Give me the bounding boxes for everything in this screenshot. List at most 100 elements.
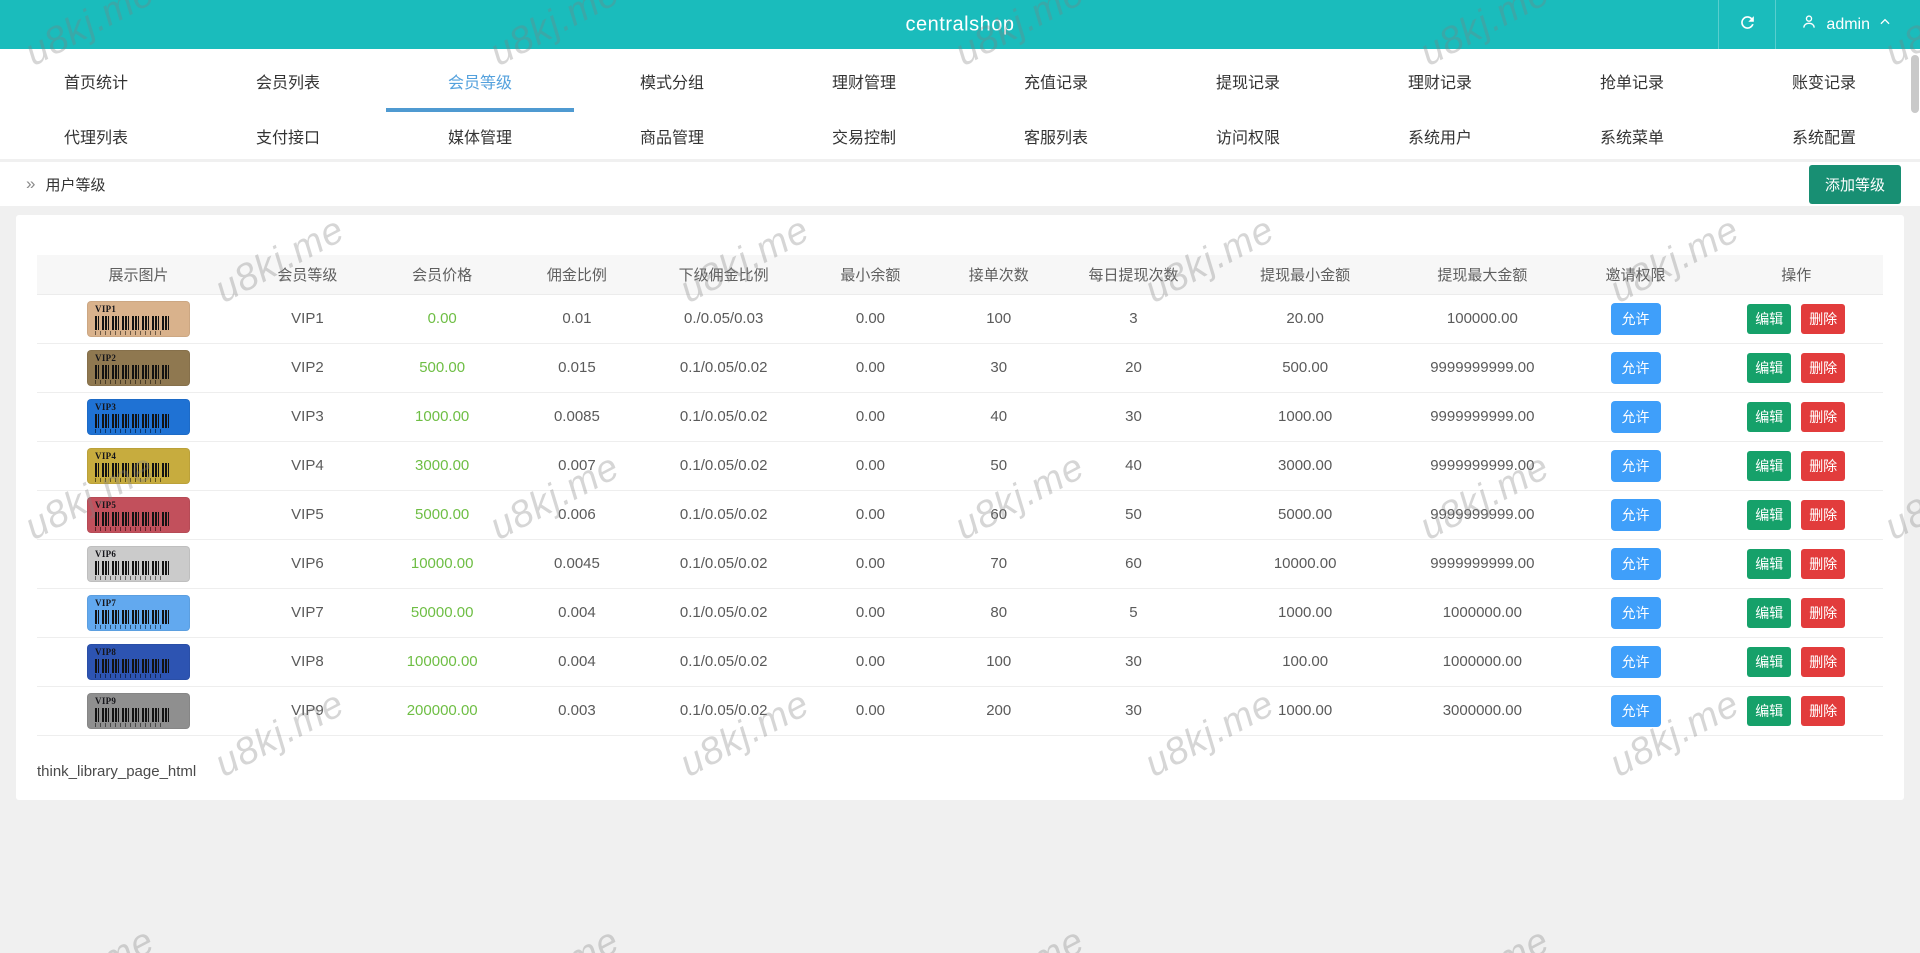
delete-button[interactable]: 删除 [1801, 451, 1845, 481]
tab-trade-control[interactable]: 交易控制 [768, 112, 960, 159]
vip-card-image: VIP9 [87, 693, 190, 729]
allow-button[interactable]: 允许 [1611, 597, 1661, 629]
delete-button[interactable]: 删除 [1801, 304, 1845, 334]
cell-min-balance: 0.00 [803, 588, 938, 637]
refresh-button[interactable] [1718, 0, 1776, 49]
action-buttons: 编辑删除 [1709, 500, 1883, 530]
cell-withdraw-min: 10000.00 [1207, 539, 1403, 588]
edit-button[interactable]: 编辑 [1747, 304, 1791, 334]
edit-button[interactable]: 编辑 [1747, 647, 1791, 677]
vip-card-label: VIP2 [95, 353, 190, 363]
levels-table: 展示图片会员等级会员价格佣金比例下级佣金比例最小余额接单次数每日提现次数提现最小… [37, 255, 1883, 736]
action-buttons: 编辑删除 [1709, 647, 1883, 677]
barcode-digits [95, 674, 165, 678]
tab-system-menu[interactable]: 系统菜单 [1536, 112, 1728, 159]
tab-system-users[interactable]: 系统用户 [1344, 112, 1536, 159]
barcode-digits [95, 576, 165, 580]
tab-goods-manage[interactable]: 商品管理 [576, 112, 768, 159]
cell-invite-permission: 允许 [1562, 637, 1710, 686]
allow-button[interactable]: 允许 [1611, 303, 1661, 335]
content-area: 展示图片会员等级会员价格佣金比例下级佣金比例最小余额接单次数每日提现次数提现最小… [0, 206, 1920, 809]
cell-sub-commission: 0.1/0.05/0.02 [644, 686, 803, 735]
allow-button[interactable]: 允许 [1611, 450, 1661, 482]
edit-button[interactable]: 编辑 [1747, 402, 1791, 432]
tab-finance-manage[interactable]: 理财管理 [768, 49, 960, 112]
cell-min-balance: 0.00 [803, 392, 938, 441]
tab-withdraw-records[interactable]: 提现记录 [1152, 49, 1344, 112]
cell-level: VIP3 [240, 392, 375, 441]
cell-daily-withdraw-count: 30 [1060, 637, 1208, 686]
cell-level: VIP6 [240, 539, 375, 588]
cell-withdraw-min: 20.00 [1207, 294, 1403, 343]
tab-recharge-records[interactable]: 充值记录 [960, 49, 1152, 112]
tab-grab-order-records[interactable]: 抢单记录 [1536, 49, 1728, 112]
delete-button[interactable]: 删除 [1801, 647, 1845, 677]
cell-sub-commission: 0.1/0.05/0.02 [644, 343, 803, 392]
barcode-image [95, 610, 171, 624]
allow-button[interactable]: 允许 [1611, 401, 1661, 433]
allow-button[interactable]: 允许 [1611, 499, 1661, 531]
vip-card-label: VIP7 [95, 598, 190, 608]
tab-finance-records[interactable]: 理财记录 [1344, 49, 1536, 112]
nav-row-2: 代理列表支付接口媒体管理商品管理交易控制客服列表访问权限系统用户系统菜单系统配置 [0, 112, 1920, 159]
barcode-image [95, 463, 171, 477]
cell-display-image: VIP1 [37, 294, 240, 343]
vip-card-image: VIP4 [87, 448, 190, 484]
allow-button[interactable]: 允许 [1611, 548, 1661, 580]
cell-display-image: VIP9 [37, 686, 240, 735]
tab-media-manage[interactable]: 媒体管理 [384, 112, 576, 159]
delete-button[interactable]: 删除 [1801, 696, 1845, 726]
cell-actions: 编辑删除 [1709, 392, 1883, 441]
cell-withdraw-max: 9999999999.00 [1403, 490, 1562, 539]
cell-level: VIP8 [240, 637, 375, 686]
allow-button[interactable]: 允许 [1611, 695, 1661, 727]
user-menu[interactable]: admin [1776, 0, 1920, 49]
tab-payment-api[interactable]: 支付接口 [192, 112, 384, 159]
delete-button[interactable]: 删除 [1801, 500, 1845, 530]
tab-account-change-records[interactable]: 账变记录 [1728, 49, 1920, 112]
tab-access-permission[interactable]: 访问权限 [1152, 112, 1344, 159]
watermark-text: u8kj.me [1413, 920, 1557, 953]
delete-button[interactable]: 删除 [1801, 402, 1845, 432]
allow-button[interactable]: 允许 [1611, 646, 1661, 678]
add-level-button[interactable]: 添加等级 [1809, 165, 1901, 204]
table-row: VIP2VIP2500.000.0150.1/0.05/0.020.003020… [37, 343, 1883, 392]
allow-button[interactable]: 允许 [1611, 352, 1661, 384]
delete-button[interactable]: 删除 [1801, 353, 1845, 383]
cell-min-balance: 0.00 [803, 294, 938, 343]
cell-price: 1000.00 [375, 392, 510, 441]
cell-order-count: 100 [938, 294, 1060, 343]
cell-invite-permission: 允许 [1562, 392, 1710, 441]
tab-mode-group[interactable]: 模式分组 [576, 49, 768, 112]
tab-member-list[interactable]: 会员列表 [192, 49, 384, 112]
tab-agent-list[interactable]: 代理列表 [0, 112, 192, 159]
scrollbar-thumb[interactable] [1911, 55, 1919, 113]
cell-sub-commission: 0.1/0.05/0.02 [644, 392, 803, 441]
cell-display-image: VIP2 [37, 343, 240, 392]
cell-order-count: 60 [938, 490, 1060, 539]
column-header: 操作 [1709, 255, 1883, 294]
edit-button[interactable]: 编辑 [1747, 696, 1791, 726]
tab-system-config[interactable]: 系统配置 [1728, 112, 1920, 159]
tab-home-stats[interactable]: 首页统计 [0, 49, 192, 112]
vip-card-label: VIP8 [95, 647, 190, 657]
edit-button[interactable]: 编辑 [1747, 451, 1791, 481]
delete-button[interactable]: 删除 [1801, 598, 1845, 628]
edit-button[interactable]: 编辑 [1747, 598, 1791, 628]
tab-service-list[interactable]: 客服列表 [960, 112, 1152, 159]
barcode-image [95, 659, 171, 673]
watermark-text: u8kj.me [483, 920, 627, 953]
column-header: 提现最大金额 [1403, 255, 1562, 294]
action-buttons: 编辑删除 [1709, 402, 1883, 432]
edit-button[interactable]: 编辑 [1747, 500, 1791, 530]
cell-display-image: VIP8 [37, 637, 240, 686]
tab-member-level[interactable]: 会员等级 [384, 49, 576, 112]
edit-button[interactable]: 编辑 [1747, 549, 1791, 579]
vip-card-image: VIP8 [87, 644, 190, 680]
edit-button[interactable]: 编辑 [1747, 353, 1791, 383]
cell-commission: 0.01 [510, 294, 645, 343]
breadcrumb-bar: » 用户等级 添加等级 [0, 162, 1920, 206]
delete-button[interactable]: 删除 [1801, 549, 1845, 579]
cell-price: 5000.00 [375, 490, 510, 539]
cell-actions: 编辑删除 [1709, 637, 1883, 686]
